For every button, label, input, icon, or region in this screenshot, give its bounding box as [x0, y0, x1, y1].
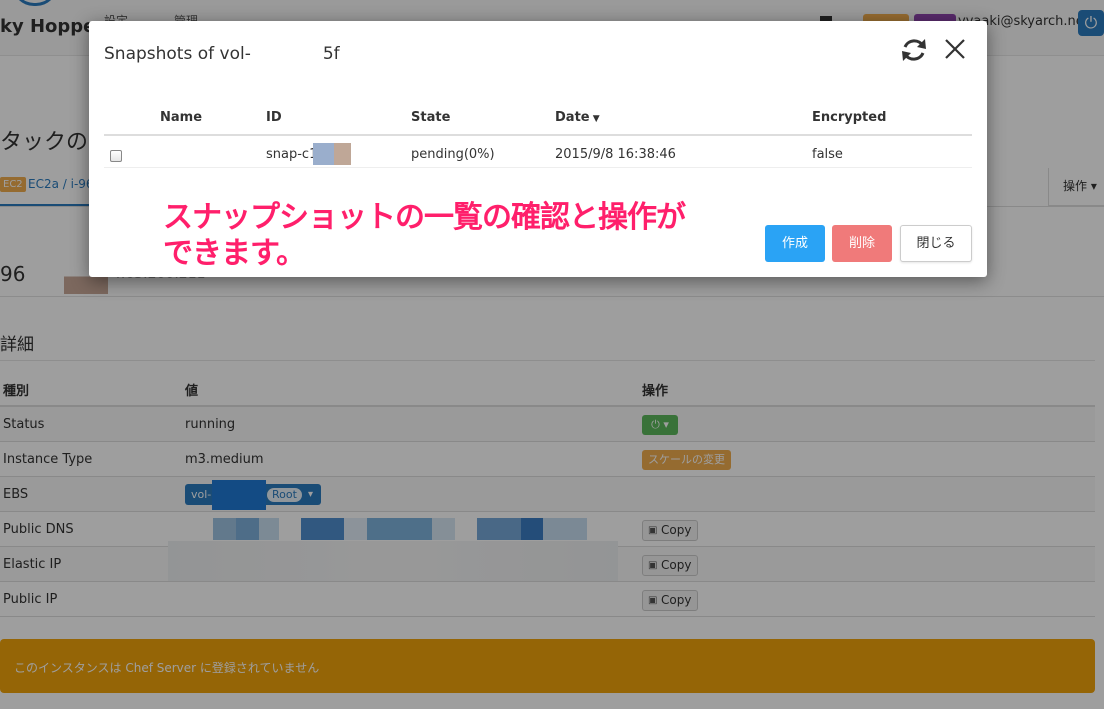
table-header-line	[104, 134, 972, 136]
col-header-date[interactable]: Date ▼	[555, 110, 600, 125]
snapshot-row-checkbox[interactable]	[110, 150, 122, 162]
row-divider	[104, 167, 972, 168]
col-header-name[interactable]: Name	[160, 110, 202, 125]
annotation-callout: スナップショットの一覧の確認と操作が できます。	[163, 200, 686, 272]
col-header-state[interactable]: State	[411, 110, 450, 125]
modal-title-suffix: 5f	[322, 44, 340, 64]
snapshot-state: pending(0%)	[411, 147, 495, 162]
delete-snapshot-button[interactable]: 削除	[832, 225, 892, 262]
refresh-icon[interactable]	[899, 35, 929, 65]
col-header-date-label: Date	[555, 110, 590, 125]
sort-caret-icon: ▼	[589, 114, 600, 124]
col-header-id[interactable]: ID	[266, 110, 282, 125]
create-snapshot-button[interactable]: 作成	[765, 225, 825, 262]
redacted-block	[313, 143, 351, 165]
close-icon[interactable]	[943, 37, 967, 61]
annotation-line-2: できます。	[163, 236, 306, 271]
col-header-encrypted[interactable]: Encrypted	[812, 110, 886, 125]
close-button[interactable]: 閉じる	[900, 225, 972, 262]
modal-title-prefix: Snapshots of vol-	[104, 44, 251, 64]
snapshot-encrypted: false	[812, 147, 843, 162]
annotation-line-1: スナップショットの一覧の確認と操作が	[163, 200, 686, 235]
snapshot-date: 2015/9/8 16:38:46	[555, 147, 676, 162]
modal-title: Snapshots of vol- 5f	[104, 44, 340, 64]
snapshot-id: snap-c1	[266, 147, 318, 162]
